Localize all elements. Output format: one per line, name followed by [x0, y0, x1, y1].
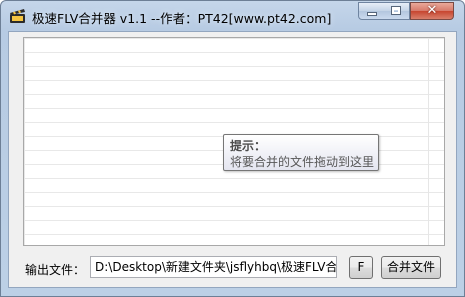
browse-button[interactable]: F	[349, 256, 373, 279]
tooltip-title: 提示：	[230, 139, 267, 153]
maximize-button[interactable]	[384, 2, 410, 20]
film-clapper-icon	[9, 8, 26, 24]
minimize-button[interactable]	[358, 2, 385, 20]
output-file-label: 输出文件：	[25, 263, 86, 277]
merge-files-button[interactable]: 合并文件	[381, 256, 441, 279]
maximize-icon	[392, 7, 400, 14]
tooltip-text: 将要合并的文件拖动到这里	[230, 155, 375, 169]
list-column-divider	[428, 38, 429, 245]
drop-hint-tooltip: 提示： 将要合并的文件拖动到这里	[223, 134, 379, 171]
minimize-icon	[368, 13, 376, 15]
file-drop-list[interactable]: 提示： 将要合并的文件拖动到这里	[23, 37, 445, 246]
app-window: 极速FLV合并器 v1.1 --作者：PT42[www.pt42.com] ✕ …	[0, 0, 465, 297]
output-path-input[interactable]: D:\Desktop\新建文件夹\jsflyhbq\极速FLV合	[90, 256, 337, 278]
title-bar[interactable]: 极速FLV合并器 v1.1 --作者：PT42[www.pt42.com] ✕	[1, 1, 464, 31]
client-area: 提示： 将要合并的文件拖动到这里 输出文件： D:\Desktop\新建文件夹\…	[8, 31, 457, 288]
window-title: 极速FLV合并器 v1.1 --作者：PT42[www.pt42.com]	[32, 11, 332, 26]
close-button[interactable]: ✕	[410, 2, 454, 20]
close-icon: ✕	[426, 3, 438, 18]
